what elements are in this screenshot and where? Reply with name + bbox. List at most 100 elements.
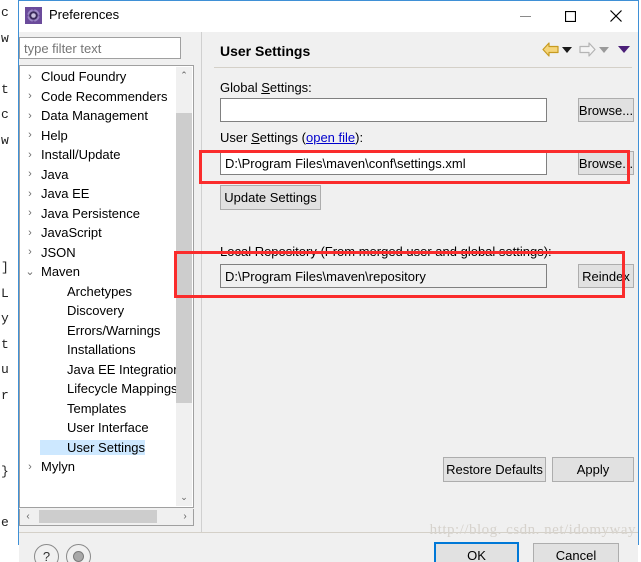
user-settings-label: User Settings (open file): bbox=[220, 130, 364, 145]
page-title: User Settings bbox=[220, 43, 311, 59]
tree-item-data-management[interactable]: › Data Management bbox=[20, 106, 177, 126]
close-button[interactable] bbox=[593, 1, 638, 31]
chevron-right-icon[interactable]: › bbox=[20, 110, 40, 122]
user-settings-input[interactable] bbox=[220, 151, 547, 175]
shell-icon[interactable] bbox=[66, 544, 91, 562]
dialog-title-bar: Preferences bbox=[19, 1, 638, 33]
tree-item-label: Lifecycle Mappings bbox=[67, 381, 178, 397]
user-settings-browse-button[interactable]: Browse... bbox=[578, 151, 634, 175]
reindex-button[interactable]: Reindex bbox=[578, 264, 634, 288]
chevron-right-icon[interactable]: › bbox=[20, 207, 40, 219]
preferences-gear-icon bbox=[25, 7, 42, 24]
watermark-text: http://blog. csdn. net/idomyway bbox=[429, 522, 636, 538]
tree-item-label: JavaScript bbox=[41, 225, 102, 241]
pane-navigation bbox=[542, 42, 630, 57]
tree-item-mylyn[interactable]: › Mylyn bbox=[20, 457, 177, 477]
tree-item-cloud-foundry[interactable]: › Cloud Foundry bbox=[20, 67, 177, 87]
tree-item-json[interactable]: › JSON bbox=[20, 243, 177, 263]
tree-item-label: Cloud Foundry bbox=[41, 69, 127, 85]
tree-item-label: Discovery bbox=[67, 303, 125, 319]
chevron-right-icon[interactable]: › bbox=[20, 149, 40, 161]
title-separator bbox=[214, 67, 632, 68]
tree-item-help[interactable]: › Help bbox=[20, 126, 177, 146]
tree-item-java-ee-integration[interactable]: ›Java EE Integration bbox=[20, 360, 181, 380]
maximize-button[interactable] bbox=[548, 1, 593, 31]
chevron-right-icon[interactable]: › bbox=[20, 246, 40, 258]
tree-item-discovery[interactable]: ›Discovery bbox=[20, 301, 177, 321]
tree-item-label: User Settings bbox=[40, 439, 146, 455]
preferences-dialog: Preferences ›Cloud Foundry›Code Recommen… bbox=[18, 0, 639, 562]
scroll-down-icon[interactable]: ⌄ bbox=[176, 489, 192, 506]
tree-item-label: Mylyn bbox=[41, 459, 75, 475]
background-editor-text: c w t c w ] L y t u r } e bbox=[1, 5, 9, 530]
tree-item-java[interactable]: › Java bbox=[20, 165, 177, 185]
tree-item-java-persistence[interactable]: › Java Persistence bbox=[20, 204, 177, 224]
view-menu-chevron-down-icon[interactable] bbox=[618, 45, 630, 54]
tree-vertical-scrollbar[interactable]: ⌃ ⌄ bbox=[176, 67, 192, 506]
panel-divider bbox=[201, 32, 202, 532]
tree-item-lifecycle-mappings[interactable]: ›Lifecycle Mappings bbox=[20, 379, 178, 399]
tree-item-archetypes[interactable]: ›Archetypes bbox=[20, 282, 177, 302]
chevron-right-icon[interactable]: › bbox=[20, 129, 40, 141]
cancel-button[interactable]: Cancel bbox=[533, 543, 619, 562]
back-history-chevron-down-icon[interactable] bbox=[562, 46, 572, 54]
tree-item-label: Maven bbox=[41, 264, 81, 280]
help-icon[interactable]: ? bbox=[34, 544, 59, 562]
global-settings-label: Global Settings: bbox=[220, 80, 312, 95]
settings-pane: User Settings Global Settings: Browse...… bbox=[204, 32, 638, 495]
tree-item-label: Installations bbox=[67, 342, 136, 358]
tree-item-label: Java EE bbox=[41, 186, 90, 202]
open-file-link[interactable]: open file bbox=[306, 130, 355, 145]
horizontal-scroll-thumb[interactable] bbox=[39, 510, 157, 523]
ok-button[interactable]: OK bbox=[434, 542, 519, 562]
chevron-right-icon[interactable]: › bbox=[20, 168, 40, 180]
local-repository-label: Local Repository (From merged user and g… bbox=[220, 244, 552, 259]
local-repository-input[interactable] bbox=[220, 264, 547, 288]
tree-item-errors-warnings[interactable]: ›Errors/Warnings bbox=[20, 321, 177, 341]
scroll-left-icon[interactable]: ‹ bbox=[20, 509, 36, 524]
global-settings-browse-button[interactable]: Browse... bbox=[578, 98, 634, 122]
tree-item-label: User Interface bbox=[67, 420, 149, 436]
chevron-right-icon[interactable]: › bbox=[20, 71, 40, 83]
tree-item-label: Templates bbox=[67, 400, 127, 416]
global-settings-input[interactable] bbox=[220, 98, 547, 122]
dialog-title: Preferences bbox=[49, 7, 120, 22]
tree-item-install-update[interactable]: › Install/Update bbox=[20, 145, 177, 165]
tree-horizontal-scrollbar[interactable]: ‹ › bbox=[19, 509, 194, 526]
chevron-right-icon[interactable]: › bbox=[20, 227, 40, 239]
chevron-right-icon[interactable]: › bbox=[20, 90, 40, 102]
forward-arrow-icon[interactable] bbox=[579, 42, 596, 57]
filter-input[interactable] bbox=[19, 37, 181, 59]
vertical-scroll-thumb[interactable] bbox=[176, 113, 192, 403]
tree-item-maven[interactable]: ⌄ Maven bbox=[20, 262, 177, 282]
minimize-button[interactable] bbox=[503, 1, 548, 31]
tree-item-label: JSON bbox=[41, 244, 76, 260]
tree-item-code-recommenders[interactable]: › Code Recommenders bbox=[20, 87, 177, 107]
tree-item-label: Java bbox=[41, 166, 69, 182]
tree-item-list: › Cloud Foundry › Code Recommenders › Data Ma… bbox=[20, 67, 181, 477]
update-settings-button[interactable]: Update Settings bbox=[220, 185, 321, 210]
forward-history-chevron-down-icon[interactable] bbox=[599, 46, 609, 54]
tree-item-label: Archetypes bbox=[67, 283, 133, 299]
tree-item-label: Data Management bbox=[41, 108, 148, 124]
chevron-down-icon[interactable]: ⌄ bbox=[20, 265, 40, 278]
tree-item-user-interface[interactable]: ›User Interface bbox=[20, 418, 177, 438]
tree-item-user-settings[interactable]: ›User Settings bbox=[20, 438, 177, 458]
tree-item-javascript[interactable]: › JavaScript bbox=[20, 223, 177, 243]
apply-button[interactable]: Apply bbox=[552, 457, 634, 482]
scroll-up-icon[interactable]: ⌃ bbox=[176, 67, 192, 84]
dialog-body: ›Cloud Foundry›Code Recommenders›Data Ma… bbox=[19, 32, 638, 562]
back-arrow-icon[interactable] bbox=[542, 42, 559, 57]
chevron-right-icon[interactable]: › bbox=[20, 188, 40, 200]
tree-item-java-ee[interactable]: › Java EE bbox=[20, 184, 177, 204]
chevron-right-icon[interactable]: › bbox=[20, 461, 40, 473]
tree-item-label: Errors/Warnings bbox=[67, 322, 161, 338]
tree-item-templates[interactable]: ›Templates bbox=[20, 399, 177, 419]
tree-item-label: Install/Update bbox=[41, 147, 121, 163]
scroll-right-icon[interactable]: › bbox=[177, 509, 193, 524]
tree-item-installations[interactable]: ›Installations bbox=[20, 340, 177, 360]
tree-item-label: Java EE Integration bbox=[67, 361, 181, 377]
tree-item-label: Java Persistence bbox=[41, 205, 140, 221]
restore-defaults-button[interactable]: Restore Defaults bbox=[443, 457, 546, 482]
preferences-tree[interactable]: › Cloud Foundry › Code Recommenders › Data Ma… bbox=[19, 65, 194, 508]
